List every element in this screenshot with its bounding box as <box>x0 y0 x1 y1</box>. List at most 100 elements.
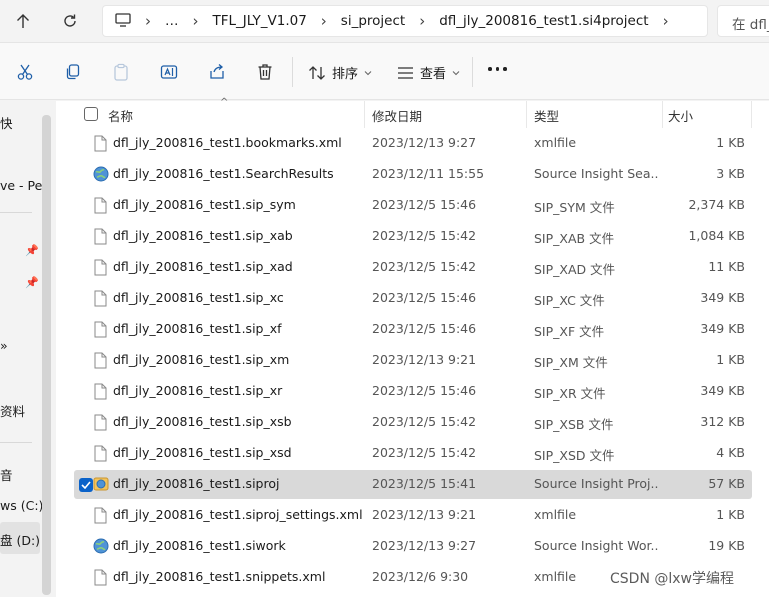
breadcrumb-item[interactable]: si_project <box>341 13 405 29</box>
file-row[interactable]: dfl_jly_200816_test1.sip_xm 2023/12/13 9:… <box>74 346 752 375</box>
sort-button[interactable]: 排序 <box>308 63 372 82</box>
file-row[interactable]: dfl_jly_200816_test1.siwork 2023/12/13 9:… <box>74 532 752 561</box>
chevron-down-icon <box>452 70 460 75</box>
nav-item-drive-c[interactable]: ws (C:) <box>0 498 42 513</box>
nav-item-chevron[interactable]: » <box>0 338 8 353</box>
file-name: dfl_jly_200816_test1.SearchResults <box>113 166 334 181</box>
rename-icon[interactable] <box>158 61 180 83</box>
row-checkbox[interactable] <box>79 509 93 523</box>
file-row[interactable]: dfl_jly_200816_test1.sip_xad 2023/12/5 15… <box>74 253 752 282</box>
search-input[interactable]: 在 dfl_jly_200816_test1.si4project 中搜索 <box>717 5 769 37</box>
nav-item-documents[interactable]: 资料 <box>0 401 25 420</box>
row-checkbox[interactable] <box>79 447 93 461</box>
nav-divider <box>0 442 32 443</box>
nav-item-drive-d[interactable]: 盘 (D:) <box>0 530 40 549</box>
nav-scrollbar[interactable] <box>42 115 51 595</box>
row-checkbox[interactable] <box>79 323 93 337</box>
column-header-name[interactable]: 名称 <box>108 106 133 125</box>
refresh-icon[interactable] <box>57 9 83 33</box>
file-type: SIP_XAB 文件 <box>534 231 615 246</box>
column-divider[interactable] <box>751 101 752 128</box>
breadcrumb-ellipsis[interactable]: … <box>165 13 179 29</box>
row-checkbox[interactable] <box>79 230 93 244</box>
row-checkbox[interactable] <box>79 571 93 585</box>
column-header-date[interactable]: 修改日期 <box>372 106 422 125</box>
project-icon <box>93 476 109 493</box>
file-type: SIP_XC 文件 <box>534 293 605 308</box>
file-type: SIP_SYM 文件 <box>534 200 615 215</box>
more-options-icon[interactable] <box>488 67 507 71</box>
command-bar: 排序 查看 <box>0 42 769 100</box>
file-size: 1 KB <box>716 352 745 367</box>
file-row[interactable]: dfl_jly_200816_test1.siproj 2023/12/5 15:… <box>74 470 752 499</box>
cut-icon[interactable] <box>14 61 36 83</box>
file-type: SIP_XAD 文件 <box>534 262 616 277</box>
nav-item-quick-access[interactable]: 快 <box>0 113 13 132</box>
file-name: dfl_jly_200816_test1.sip_xab <box>113 228 293 243</box>
up-arrow-icon[interactable] <box>10 9 36 33</box>
chevron-right-icon: › <box>192 12 199 30</box>
nav-item-onedrive[interactable]: ve - Per <box>0 178 42 193</box>
view-label: 查看 <box>420 67 447 82</box>
file-size: 3 KB <box>716 166 745 181</box>
row-checkbox[interactable] <box>79 168 93 182</box>
column-divider[interactable] <box>526 101 527 128</box>
doc-icon <box>93 321 108 338</box>
file-row[interactable]: dfl_jly_200816_test1.sip_xc 2023/12/5 15:… <box>74 284 752 313</box>
toolbar-divider <box>292 57 293 87</box>
file-row[interactable]: dfl_jly_200816_test1.sip_xsb 2023/12/5 15… <box>74 408 752 437</box>
column-header-type[interactable]: 类型 <box>534 106 559 125</box>
file-size: 312 KB <box>700 414 745 429</box>
row-checkbox[interactable] <box>79 292 93 306</box>
row-checkbox[interactable] <box>79 385 93 399</box>
file-row[interactable]: dfl_jly_200816_test1.sip_xr 2023/12/5 15:… <box>74 377 752 406</box>
sort-label: 排序 <box>332 67 359 82</box>
row-checkbox[interactable] <box>79 199 93 213</box>
file-type: Source Insight Sea... <box>534 166 658 181</box>
file-row[interactable]: dfl_jly_200816_test1.sip_xf 2023/12/5 15:… <box>74 315 752 344</box>
sort-icon <box>309 65 325 80</box>
nav-item-music[interactable]: 音 <box>0 465 13 484</box>
file-row[interactable]: dfl_jly_200816_test1.sip_xsd 2023/12/5 15… <box>74 439 752 468</box>
file-name: dfl_jly_200816_test1.sip_xc <box>113 290 284 305</box>
column-divider[interactable] <box>662 101 663 128</box>
file-name: dfl_jly_200816_test1.siproj_settings.xml <box>113 507 363 522</box>
row-checkbox[interactable] <box>79 416 93 430</box>
share-icon[interactable] <box>206 61 228 83</box>
file-size: 349 KB <box>700 383 745 398</box>
row-checkbox[interactable] <box>79 478 93 492</box>
paste-icon[interactable] <box>110 61 132 83</box>
file-name: dfl_jly_200816_test1.sip_xr <box>113 383 283 398</box>
file-row[interactable]: dfl_jly_200816_test1.bookmarks.xml 2023/1… <box>74 129 752 158</box>
file-row[interactable]: dfl_jly_200816_test1.siproj_settings.xml… <box>74 501 752 530</box>
file-name: dfl_jly_200816_test1.sip_xsd <box>113 445 292 460</box>
file-date: 2023/12/5 15:46 <box>372 321 477 336</box>
file-date: 2023/12/6 9:30 <box>372 569 469 584</box>
doc-icon <box>93 197 108 214</box>
file-row[interactable]: dfl_jly_200816_test1.sip_xab 2023/12/5 15… <box>74 222 752 251</box>
file-size: 57 KB <box>708 476 745 491</box>
row-checkbox[interactable] <box>79 137 93 151</box>
breadcrumb-item[interactable]: TFL_JLY_V1.07 <box>213 13 307 29</box>
select-all-checkbox[interactable] <box>84 107 98 121</box>
row-checkbox[interactable] <box>79 540 93 554</box>
file-name: dfl_jly_200816_test1.sip_xm <box>113 352 290 367</box>
file-size: 2,374 KB <box>688 197 745 212</box>
file-row[interactable]: dfl_jly_200816_test1.SearchResults 2023/1… <box>74 160 752 189</box>
copy-icon[interactable] <box>62 61 84 83</box>
row-checkbox[interactable] <box>79 261 93 275</box>
file-size: 349 KB <box>700 290 745 305</box>
view-button[interactable]: 查看 <box>397 63 460 82</box>
chevron-down-icon <box>364 70 372 75</box>
breadcrumb-item[interactable]: dfl_jly_200816_test1.si4project <box>439 13 648 29</box>
delete-icon[interactable] <box>254 61 276 83</box>
doc-icon <box>93 352 108 369</box>
file-name: dfl_jly_200816_test1.siproj <box>113 476 280 491</box>
row-checkbox[interactable] <box>79 354 93 368</box>
column-divider[interactable] <box>364 101 365 128</box>
address-bar[interactable]: › … › TFL_JLY_V1.07 › si_project › dfl_j… <box>102 5 708 37</box>
doc-icon <box>93 445 108 462</box>
file-type: SIP_XF 文件 <box>534 324 605 339</box>
file-row[interactable]: dfl_jly_200816_test1.sip_sym 2023/12/5 15… <box>74 191 752 220</box>
column-header-size[interactable]: 大小 <box>668 106 693 125</box>
